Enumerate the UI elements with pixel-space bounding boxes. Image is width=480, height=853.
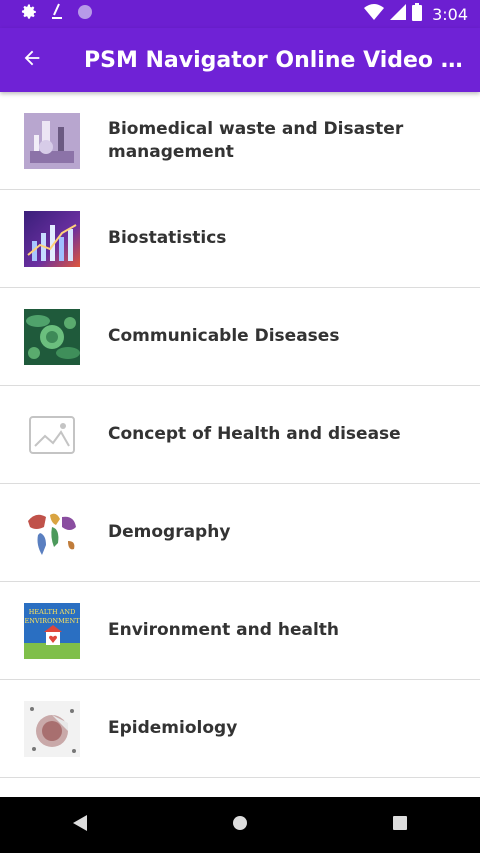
page-title: PSM Navigator Online Video Lectur...: [84, 47, 476, 73]
list-item[interactable]: Biomedical waste and Disaster management: [0, 92, 480, 190]
back-triangle-icon: [72, 814, 88, 836]
nav-recents-button[interactable]: [370, 797, 430, 853]
circle-icon: [76, 3, 94, 25]
topic-list: Biomedical waste and Disaster management…: [0, 92, 480, 778]
thumb-caption-line-2: ENVIRONMENT: [24, 617, 80, 625]
list-item-label: Concept of Health and disease: [108, 424, 401, 444]
nav-back-button[interactable]: [50, 797, 110, 853]
thumb-caption-line-1: HEALTH AND: [29, 608, 76, 616]
list-item[interactable]: HEALTH AND ENVIRONMENT Environment and h…: [0, 582, 480, 680]
status-bar: 3:04: [0, 0, 480, 28]
list-item[interactable]: Concept of Health and disease: [0, 386, 480, 484]
pen-icon: [50, 3, 64, 25]
back-button[interactable]: [0, 28, 64, 92]
nav-home-button[interactable]: [210, 797, 270, 853]
virus-image: [24, 308, 80, 365]
crowd-image: [24, 700, 80, 757]
chart-image: [24, 210, 80, 267]
list-item-label: Epidemiology: [108, 718, 238, 738]
signal-icon: [390, 4, 407, 24]
list-item[interactable]: Communicable Diseases: [0, 288, 480, 386]
list-item-label: Communicable Diseases: [108, 326, 340, 346]
list-item-label: Biomedical waste and Disaster management: [108, 118, 404, 162]
health-environment-image: HEALTH AND ENVIRONMENT: [24, 602, 80, 659]
home-circle-icon: [231, 814, 249, 836]
app-toolbar: PSM Navigator Online Video Lectur...: [0, 28, 480, 92]
list-item[interactable]: Biostatistics: [0, 190, 480, 288]
back-arrow-icon: [21, 47, 43, 73]
list-item-label: Biostatistics: [108, 228, 227, 248]
battery-icon: [412, 3, 423, 25]
list-item[interactable]: Epidemiology: [0, 680, 480, 778]
list-item[interactable]: Demography: [0, 484, 480, 582]
system-nav-bar: [0, 797, 480, 853]
lab-image: [24, 112, 80, 169]
placeholder-image-icon: [24, 407, 80, 463]
gear-icon: [20, 3, 38, 25]
recents-square-icon: [392, 815, 408, 835]
world-map-image: [24, 504, 80, 561]
list-item-label: Demography: [108, 522, 231, 542]
clock-time: 3:04: [432, 4, 468, 24]
list-item-label: Environment and health: [108, 620, 340, 640]
wifi-icon: [364, 4, 385, 24]
